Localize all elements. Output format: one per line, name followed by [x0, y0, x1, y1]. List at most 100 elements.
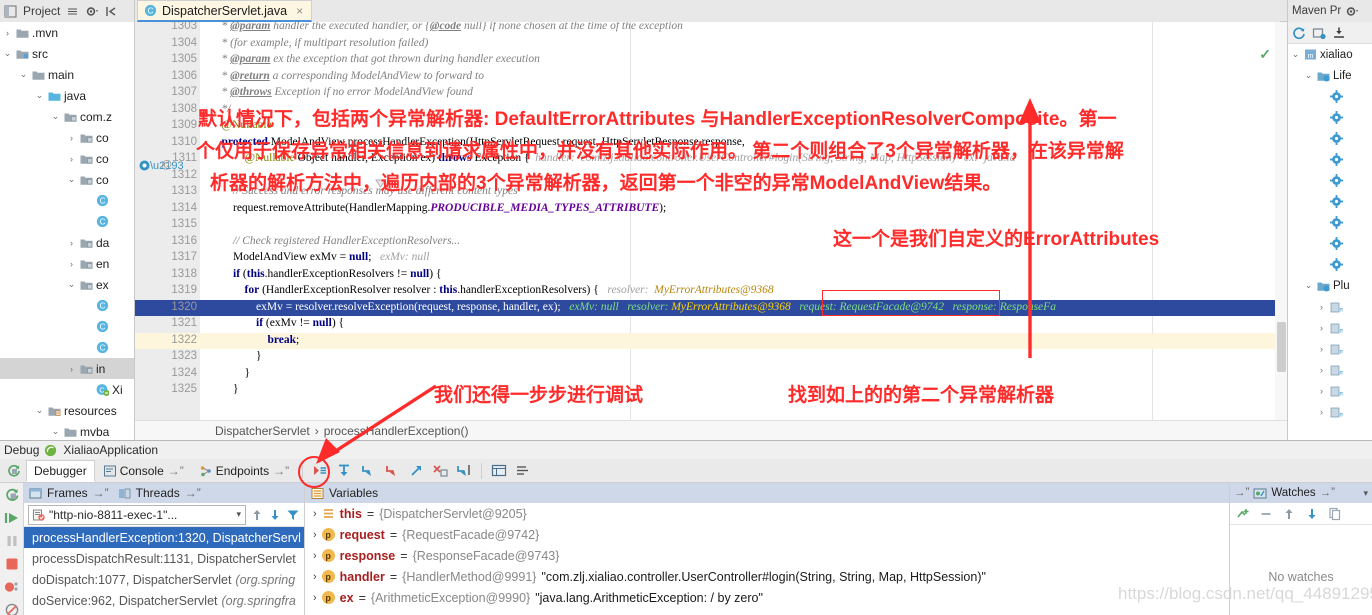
frame-row[interactable]: processHandlerException:1320, Dispatcher… — [24, 527, 304, 548]
tree-node[interactable]: ·C — [0, 190, 134, 211]
move-down-icon[interactable] — [1305, 507, 1319, 521]
rerun-debug-icon[interactable] — [2, 461, 24, 481]
add-watch-icon[interactable] — [1236, 507, 1250, 521]
chevron-right-icon[interactable]: · — [1316, 197, 1327, 207]
chevron-right-icon[interactable]: · — [1316, 218, 1327, 228]
maven-node[interactable]: · — [1288, 107, 1372, 128]
inspection-ok-icon[interactable]: ✓ — [1259, 46, 1271, 63]
code-line[interactable]: * @param ex the exception that got throw… — [210, 53, 540, 65]
chevron-right-icon[interactable]: › — [1316, 365, 1327, 375]
variables-panel[interactable]: Variables › this = {DispatcherServlet@9205}… — [305, 483, 1229, 615]
maven-node[interactable]: ›m — [1288, 380, 1372, 401]
code-line[interactable]: if (exMv != null) { — [210, 317, 344, 329]
code-line[interactable]: break; — [210, 334, 300, 346]
variable-row[interactable]: › this = {DispatcherServlet@9205} — [305, 503, 1229, 524]
chevron-right-icon[interactable]: › — [313, 571, 317, 583]
watches-label[interactable]: Watches — [1271, 487, 1315, 499]
chevron-right-icon[interactable]: › — [66, 259, 77, 269]
code-line[interactable]: request.removeAttribute(HandlerMapping.P… — [210, 202, 666, 214]
tree-node[interactable]: ·C — [0, 295, 134, 316]
chevron-right-icon[interactable]: · — [82, 217, 93, 227]
tree-node[interactable]: › co — [0, 127, 134, 148]
breakpoints-icon[interactable] — [4, 579, 20, 595]
chevron-right-icon[interactable]: › — [313, 550, 317, 562]
chevron-right-icon[interactable]: › — [313, 529, 317, 541]
project-panel-icon[interactable] — [4, 5, 17, 18]
maven-projects-panel[interactable]: ⌄mxialiao⌄Life·········⌄Plu›m›m›m›m›m›m — [1287, 22, 1372, 440]
tree-node[interactable]: › in — [0, 358, 134, 379]
chevron-right-icon[interactable]: › — [66, 154, 77, 164]
project-tree-panel[interactable]: ›.mvn⌄src⌄main⌄java⌄com.z›co›co⌄co·C·C›d… — [0, 22, 135, 440]
chevron-right-icon[interactable]: · — [1316, 134, 1327, 144]
tree-node[interactable]: ⌄ src — [0, 43, 134, 64]
remove-watch-icon[interactable] — [1259, 507, 1273, 521]
code-line[interactable]: protected ModelAndView processHandlerExc… — [210, 136, 745, 148]
override-marker-icon[interactable]: @ — [161, 159, 172, 171]
gear-icon[interactable] — [1345, 5, 1359, 18]
chevron-right-icon[interactable]: · — [1316, 155, 1327, 165]
maven-node[interactable]: · — [1288, 170, 1372, 191]
code-line[interactable]: @Nullable — [210, 119, 272, 131]
chevron-right-icon[interactable]: · — [82, 196, 93, 206]
code-line[interactable]: } — [210, 367, 251, 379]
code-line[interactable]: } — [210, 383, 239, 395]
copy-icon[interactable] — [1328, 507, 1342, 521]
chevron-down-icon[interactable]: ⌄ — [66, 279, 77, 290]
tree-node[interactable]: ·CXi — [0, 379, 134, 400]
code-line[interactable]: * (for example, if multipart resolution … — [210, 37, 429, 49]
maven-node[interactable]: ›m — [1288, 338, 1372, 359]
pause-icon[interactable] — [4, 533, 20, 549]
collapse-all-icon[interactable] — [66, 5, 79, 18]
filter-icon[interactable] — [286, 508, 300, 522]
tree-node[interactable]: ·C — [0, 211, 134, 232]
refresh-icon[interactable] — [1292, 26, 1306, 40]
tree-node[interactable]: › da — [0, 232, 134, 253]
layout-settings-icon[interactable] — [512, 461, 534, 481]
frame-row[interactable]: doDispatch:1077, DispatcherServlet (org.… — [24, 569, 304, 590]
chevron-right-icon[interactable]: › — [1316, 323, 1327, 333]
stop-icon[interactable] — [4, 556, 20, 572]
chevron-right-icon[interactable]: › — [1316, 344, 1327, 354]
tree-node[interactable]: ⌄ co — [0, 169, 134, 190]
scrollbar-thumb[interactable] — [1277, 322, 1286, 372]
move-up-icon[interactable] — [250, 508, 264, 522]
mute-breakpoints-icon[interactable] — [4, 602, 20, 615]
chevron-right-icon[interactable]: · — [1316, 176, 1327, 186]
tree-node[interactable]: ⌄ resources — [0, 400, 134, 421]
chevron-right-icon[interactable]: › — [1316, 407, 1327, 417]
code-line[interactable]: ModelAndView exMv = null; exMv: null — [210, 251, 430, 263]
tree-node[interactable]: ⌄ com.z — [0, 106, 134, 127]
chevron-down-icon[interactable]: ⌄ — [18, 69, 29, 80]
chevron-right-icon[interactable]: · — [1316, 239, 1327, 249]
move-up-icon[interactable] — [1282, 507, 1296, 521]
chevron-down-icon[interactable]: ⌄ — [50, 111, 61, 122]
resume-icon[interactable] — [4, 510, 20, 526]
chevron-right-icon[interactable]: › — [313, 508, 317, 520]
code-line[interactable]: @Nullable Object handler, Exception ex) … — [210, 152, 1016, 164]
maven-node[interactable]: ⌄ Life — [1288, 65, 1372, 86]
chevron-right-icon[interactable]: · — [1316, 113, 1327, 123]
chevron-right-icon[interactable]: · — [82, 301, 93, 311]
code-line[interactable]: } — [210, 350, 262, 362]
settings-gear-icon[interactable] — [85, 5, 99, 18]
chevron-down-icon[interactable]: ⌄ — [1290, 49, 1301, 60]
chevron-down-icon[interactable]: ⌄ — [1303, 70, 1314, 81]
tree-node[interactable]: › en — [0, 253, 134, 274]
move-down-icon[interactable] — [268, 508, 282, 522]
chevron-down-icon[interactable]: ⌄ — [50, 426, 61, 437]
tree-node[interactable]: ⌄ java — [0, 85, 134, 106]
chevron-down-icon[interactable]: ▾ — [236, 509, 241, 520]
maven-node[interactable]: · — [1288, 149, 1372, 170]
chevron-down-icon[interactable]: ⌄ — [34, 90, 45, 101]
chevron-right-icon[interactable]: · — [1316, 92, 1327, 102]
code-line[interactable]: // Success and error responses may use d… — [210, 185, 518, 197]
maven-node[interactable]: ›m — [1288, 296, 1372, 317]
chevron-right-icon[interactable]: › — [313, 592, 317, 604]
chevron-right-icon[interactable]: · — [82, 322, 93, 332]
chevron-right-icon[interactable]: · — [82, 343, 93, 353]
close-icon[interactable]: × — [296, 4, 303, 18]
variable-row[interactable]: › p ex = {ArithmeticException@9990} "java.lan… — [305, 587, 1229, 608]
maven-node[interactable]: · — [1288, 254, 1372, 275]
maven-node[interactable]: · — [1288, 128, 1372, 149]
chevron-right-icon[interactable]: · — [1316, 260, 1327, 270]
